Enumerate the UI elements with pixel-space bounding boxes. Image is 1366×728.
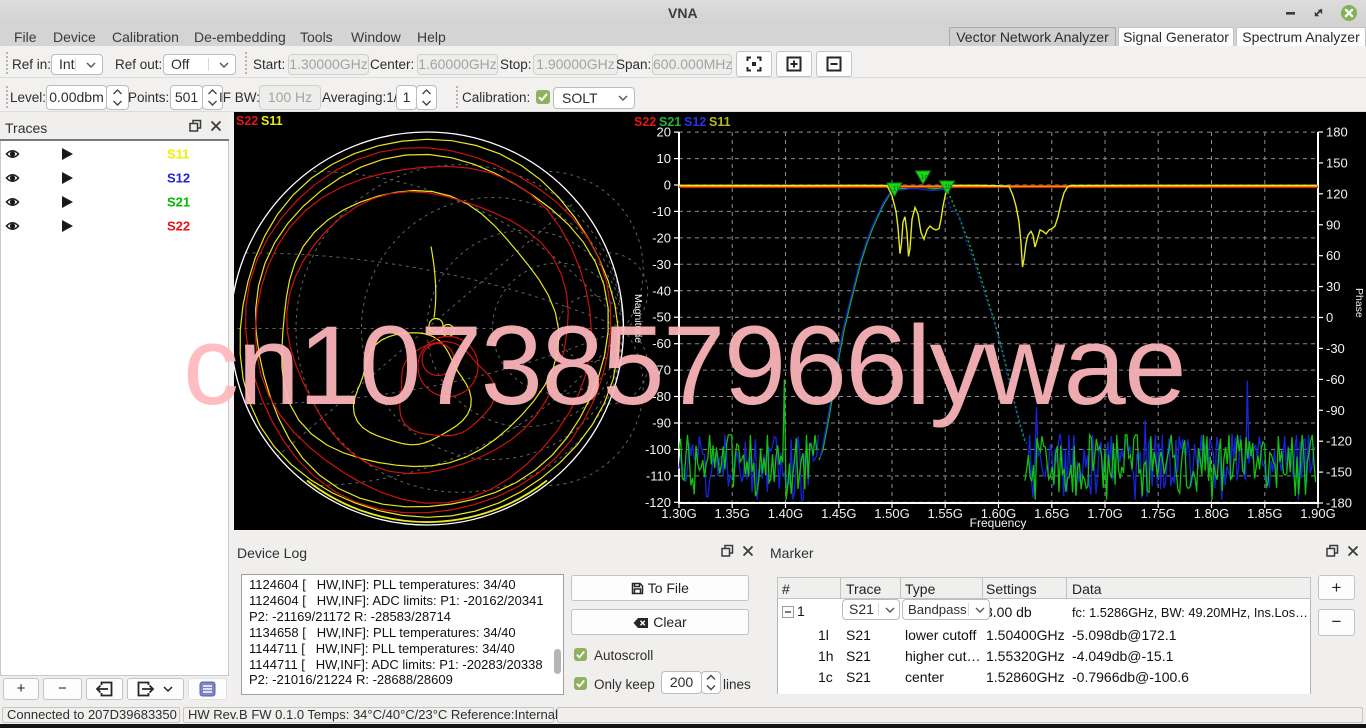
svg-text:-90: -90 (1326, 403, 1345, 418)
svg-text:S11: S11 (709, 115, 731, 129)
svg-text:1.40G: 1.40G (768, 506, 803, 521)
svg-text:-60: -60 (1326, 372, 1345, 387)
svg-text:150: 150 (1326, 155, 1348, 170)
svg-text:Phase: Phase (1353, 288, 1365, 318)
svg-text:180: 180 (1326, 125, 1348, 140)
svg-text:-30: -30 (652, 257, 671, 272)
svg-text:1.75G: 1.75G (1140, 506, 1175, 521)
svg-text:S22: S22 (236, 114, 258, 128)
svg-text:10: 10 (657, 151, 671, 166)
svg-text:-120: -120 (1326, 434, 1352, 449)
svg-text:-30: -30 (1326, 341, 1345, 356)
svg-text:S12: S12 (684, 115, 706, 129)
svg-text:1.85G: 1.85G (1247, 506, 1282, 521)
svg-text:S11: S11 (261, 114, 283, 128)
svg-text:30: 30 (1326, 279, 1340, 294)
svg-text:S12: S12 (167, 171, 190, 186)
svg-text:S11: S11 (167, 147, 189, 162)
svg-text:0: 0 (664, 178, 671, 193)
svg-text:1.35G: 1.35G (714, 506, 749, 521)
svg-text:-10: -10 (652, 204, 671, 219)
svg-text:-180: -180 (1326, 496, 1352, 511)
svg-text:S21: S21 (659, 115, 681, 129)
svg-text:60: 60 (1326, 248, 1340, 263)
svg-text:1.65G: 1.65G (1034, 506, 1069, 521)
svg-text:120: 120 (1326, 186, 1348, 201)
svg-text:1c: 1c (920, 174, 928, 181)
svg-text:0: 0 (1326, 310, 1333, 325)
svg-text:90: 90 (1326, 217, 1340, 232)
svg-text:1.80G: 1.80G (1194, 506, 1229, 521)
svg-text:1.30G: 1.30G (661, 506, 696, 521)
svg-text:Frequency: Frequency (970, 516, 1027, 530)
svg-text:-150: -150 (1326, 465, 1352, 480)
svg-text:-40: -40 (652, 283, 671, 298)
svg-text:1h: 1h (944, 184, 952, 191)
svg-text:1l: 1l (893, 186, 899, 193)
svg-text:-100: -100 (645, 442, 671, 457)
svg-text:1.50G: 1.50G (874, 506, 909, 521)
svg-text:S22: S22 (167, 219, 190, 234)
svg-text:-20: -20 (652, 230, 671, 245)
svg-text:-110: -110 (646, 468, 671, 483)
svg-text:S22: S22 (634, 115, 656, 129)
svg-text:1.70G: 1.70G (1087, 506, 1122, 521)
svg-text:S21: S21 (167, 195, 190, 210)
svg-text:1.55G: 1.55G (927, 506, 962, 521)
svg-text:1.45G: 1.45G (821, 506, 856, 521)
